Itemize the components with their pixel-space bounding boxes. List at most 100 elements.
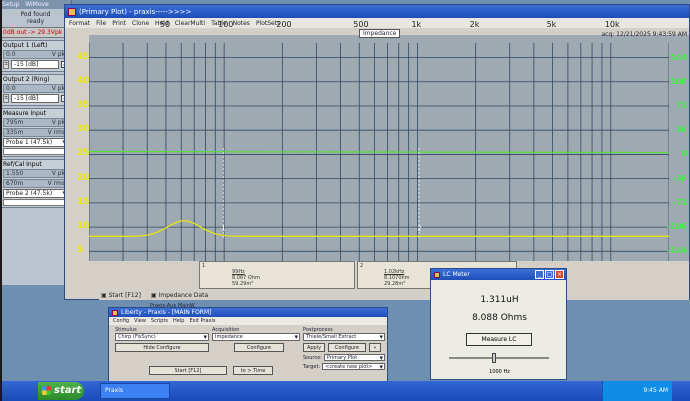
- target-label: Target:: [303, 363, 321, 370]
- acquisition-timestamp: acq: 12/21/2025 9:43:59 AM: [601, 31, 687, 38]
- y-right-tick-label: 72: [675, 100, 687, 110]
- stimulus-select[interactable]: Chirp (FixSync): [115, 333, 209, 341]
- y-right-tick-label: -108: [666, 222, 687, 232]
- menu-print[interactable]: Print: [112, 20, 126, 27]
- acquisition-select[interactable]: Impedance: [212, 333, 300, 341]
- control-panel: Setup WiMove Pod found ready 0dB out -> …: [0, 0, 72, 285]
- status-start-button[interactable]: ▣ Start [F12]: [101, 292, 141, 299]
- measure-vrms: 335m V rms: [3, 128, 68, 137]
- background-window-title: Praxis-Aux MainW: [150, 303, 195, 309]
- plot-statusbar: ▣ Start [F12] ▣ Impedance Data: [99, 290, 689, 300]
- lc-meter-titlebar[interactable]: LC Meter _ □ ×: [431, 269, 566, 280]
- plot-header: Impedance acq: 12/21/2025 9:43:59 AM: [89, 29, 689, 43]
- output1-db-field[interactable]: -15 [dB]: [11, 60, 59, 69]
- refcal-vrms: 670m V rms: [3, 179, 68, 188]
- x-tick-label: 100: [218, 20, 234, 29]
- frequency-slider-thumb[interactable]: [492, 353, 497, 363]
- menu-format[interactable]: Format: [69, 20, 90, 27]
- start-menu-button[interactable]: start: [38, 382, 84, 400]
- menu-exit-praxis[interactable]: Exit Praxis: [189, 318, 215, 324]
- refcal-vpk-value: 1.550: [6, 170, 24, 177]
- acquisition-configure-button[interactable]: Configure: [234, 343, 284, 352]
- phase-trace: [89, 150, 669, 154]
- main-form-window: Liberty - Praxis - [MAIN FORM] Config Vi…: [108, 307, 388, 385]
- plot-grid[interactable]: 12: [89, 43, 669, 261]
- x-tick-label: 500: [353, 20, 369, 29]
- source-select[interactable]: Primary Plot: [323, 354, 385, 362]
- magnitude-trace: [89, 220, 669, 237]
- apply-button[interactable]: Apply: [303, 343, 325, 352]
- output1-spin[interactable]: ±: [3, 60, 9, 69]
- postprocess-select[interactable]: Thiele/Small Extract: [303, 333, 385, 341]
- menu-view[interactable]: View: [134, 318, 146, 324]
- output2-title: Output 2 (Ring): [3, 76, 50, 83]
- resistance-readout: 8.088 Ohms: [472, 313, 527, 323]
- y-left-tick-label: 5: [77, 245, 84, 256]
- taskbar-item-praxis[interactable]: Praxis: [100, 383, 170, 399]
- source-row: Source: Primary Plot: [303, 354, 385, 362]
- start-button[interactable]: Start [F12]: [149, 366, 227, 375]
- hide-configure-button[interactable]: Hide Configure: [115, 343, 209, 352]
- y-left-tick-label: 40: [77, 75, 90, 86]
- minimize-icon[interactable]: _: [535, 270, 544, 279]
- refcal-level-slider[interactable]: [3, 199, 68, 206]
- menu-help[interactable]: Help: [173, 318, 184, 324]
- y-right-tick-label: 36: [675, 125, 687, 135]
- menu-config[interactable]: Config: [113, 318, 129, 324]
- y-left-tick-label: 10: [77, 221, 90, 232]
- pod-status: Pod found ready: [0, 11, 71, 25]
- main-form-titlebar[interactable]: Liberty - Praxis - [MAIN FORM]: [109, 308, 387, 317]
- menu-clearmulti[interactable]: ClearMulti: [175, 20, 205, 27]
- measure-vpk: 795m V pk: [3, 118, 68, 127]
- main-form-title: Liberty - Praxis - [MAIN FORM]: [121, 309, 212, 316]
- output1-vpk-unit: V pk: [51, 51, 65, 58]
- refcal-probe-select[interactable]: Probe 2 (47.5k): [3, 189, 68, 198]
- output1-db-unit: [dB]: [25, 61, 39, 68]
- measure-vpk-value: 795m: [6, 119, 24, 126]
- output2-db-field[interactable]: -15 [dB]: [11, 94, 59, 103]
- to-time-button[interactable]: to > Time: [233, 366, 273, 375]
- postprocess-buttons: Apply Configure »: [303, 343, 385, 352]
- output1-vpk-value: 0.0: [6, 51, 16, 58]
- cursor1-phase: 59.29m°: [232, 281, 254, 287]
- cursor1-index: 1: [202, 263, 206, 269]
- refcal-input-title: Ref/Cal Input: [3, 161, 42, 168]
- app-icon: [68, 7, 76, 16]
- target-row: Target: <create new plot>: [303, 363, 385, 371]
- target-select[interactable]: <create new plot>: [322, 363, 385, 371]
- system-tray: 9:45 AM: [602, 381, 672, 401]
- plot-titlebar[interactable]: (Primary Plot) - praxis----->>>>: [65, 5, 689, 18]
- postprocess-section: Postprocess Thiele/Small Extract Apply C…: [303, 327, 385, 371]
- output2-spin[interactable]: ±: [3, 94, 9, 103]
- cursor-readout-1: 1 99Hz 8.067 Ohm 59.29m°: [199, 261, 355, 289]
- output2-vpk: 0.0 V pk: [3, 84, 68, 93]
- x-tick-label: 1k: [411, 20, 422, 29]
- postprocess-configure-button[interactable]: Configure: [328, 343, 366, 352]
- monitor-bezel: [0, 0, 2, 401]
- menu-clone[interactable]: Clone: [132, 20, 149, 27]
- frequency-slider-track[interactable]: [449, 353, 549, 363]
- measure-input-group: Measure Input 795m V pk 335m V rms Probe 1…: [1, 108, 70, 157]
- menu-notes[interactable]: Notes: [233, 20, 250, 27]
- panel-tabs[interactable]: Setup WiMove: [0, 0, 71, 9]
- lc-meter-icon: [434, 271, 440, 278]
- tab-setup[interactable]: Setup: [2, 1, 19, 8]
- output1-vpk: 0.0 V pk: [3, 50, 68, 59]
- main-form-icon: [112, 309, 118, 316]
- measure-level-slider[interactable]: [3, 148, 68, 155]
- menu-scripts[interactable]: Scripts: [151, 318, 168, 324]
- refcal-vpk: 1.550 V pk: [3, 169, 68, 178]
- y-right-tick-label: -144: [666, 246, 687, 256]
- y-right-tick-label: 0: [681, 149, 687, 159]
- tab-wimove[interactable]: WiMove: [25, 1, 49, 8]
- more-button[interactable]: »: [369, 343, 381, 352]
- maximize-icon[interactable]: □: [545, 270, 554, 279]
- x-tick-label: 200: [276, 20, 292, 29]
- measure-lc-button[interactable]: Measure LC: [466, 333, 532, 346]
- menu-file[interactable]: File: [96, 20, 106, 27]
- close-icon[interactable]: ×: [555, 270, 564, 279]
- status-data-label: ▣ Impedance Data: [150, 291, 209, 299]
- lc-meter-title: LC Meter: [443, 271, 470, 278]
- measure-probe-select[interactable]: Probe 1 (47.5k): [3, 138, 68, 147]
- plot-window-title: (Primary Plot) - praxis----->>>>: [79, 7, 192, 16]
